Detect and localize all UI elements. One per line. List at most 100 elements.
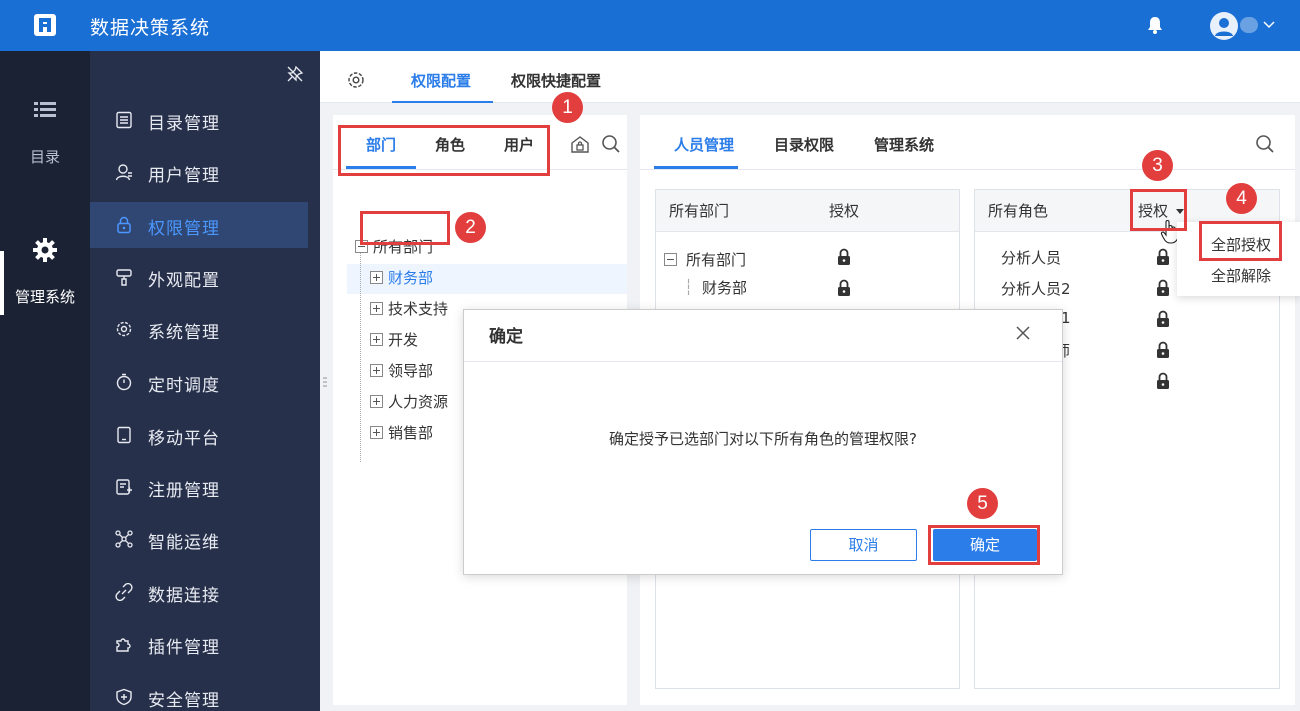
dialog-title: 确定 bbox=[489, 327, 523, 347]
nav-label: 用户管理 bbox=[148, 166, 220, 186]
nav-label: 数据连接 bbox=[148, 586, 220, 606]
dept-row-root[interactable]: 所有部门 bbox=[664, 246, 764, 276]
tree-node-label: 人力资源 bbox=[388, 393, 449, 411]
bell-icon[interactable] bbox=[1145, 15, 1165, 35]
header-name: 所有部门 bbox=[669, 202, 730, 220]
side-nav: 目录管理 用户管理 权限管理 外观配置 系统管理 定时调度 移动平台 注册管理 … bbox=[90, 51, 320, 711]
tab-permission-config[interactable]: 权限配置 bbox=[411, 70, 471, 91]
chevron-down-icon[interactable] bbox=[1262, 18, 1276, 32]
lock-icon[interactable] bbox=[1156, 341, 1170, 359]
nav-label: 注册管理 bbox=[148, 481, 220, 501]
tree-node-label: 开发 bbox=[388, 331, 419, 349]
nav-item-permissions[interactable]: 权限管理 bbox=[90, 202, 308, 248]
tree-guide: ┆ bbox=[684, 278, 694, 296]
puzzle-icon bbox=[116, 638, 131, 652]
step-badge-5: 5 bbox=[967, 488, 998, 519]
nav-label: 外观配置 bbox=[148, 271, 220, 291]
nav-item-system[interactable]: 系统管理 bbox=[90, 306, 308, 352]
header-auth: 授权 bbox=[829, 202, 860, 220]
tree-node-label: 技术支持 bbox=[388, 300, 449, 318]
fr-logo-icon bbox=[34, 14, 56, 36]
top-tab-bar: 权限配置 权限快捷配置 bbox=[320, 51, 1300, 104]
tab-catalog-permission[interactable]: 目录权限 bbox=[774, 134, 834, 155]
step-badge-2: 2 bbox=[455, 212, 486, 243]
search-icon[interactable] bbox=[600, 133, 622, 155]
header-name: 所有角色 bbox=[988, 202, 1049, 220]
tablet-icon bbox=[117, 426, 131, 444]
role-row-label: 分析人员2 bbox=[1001, 280, 1071, 298]
nav-label: 智能运维 bbox=[148, 533, 220, 553]
network-icon bbox=[115, 530, 133, 548]
lock-icon[interactable] bbox=[1156, 372, 1170, 390]
rail-item-directory[interactable]: 目录 bbox=[0, 96, 90, 167]
tab-management-system[interactable]: 管理系统 bbox=[874, 134, 934, 155]
nav-item-plugins[interactable]: 插件管理 bbox=[90, 621, 308, 667]
lock-icon[interactable] bbox=[1156, 310, 1170, 328]
nav-label: 系统管理 bbox=[148, 323, 220, 343]
menu-item-revoke-all[interactable]: 全部解除 bbox=[1211, 265, 1271, 286]
gear-icon bbox=[33, 238, 57, 262]
step-badge-4: 4 bbox=[1226, 183, 1257, 214]
role-row-label: 分析人员 bbox=[1001, 249, 1062, 267]
nav-item-security[interactable]: 安全管理 bbox=[90, 674, 308, 711]
settings-gear-icon[interactable] bbox=[346, 70, 366, 90]
expand-icon[interactable] bbox=[370, 395, 383, 408]
lock-icon[interactable] bbox=[837, 279, 851, 297]
brush-icon bbox=[116, 269, 132, 286]
top-bar: 数据决策系统 bbox=[0, 0, 1300, 51]
highlight-box-confirm bbox=[928, 525, 1040, 565]
unpin-icon[interactable] bbox=[286, 65, 304, 83]
collapse-icon[interactable] bbox=[664, 253, 677, 266]
lock-icon[interactable] bbox=[1156, 279, 1170, 297]
nav-item-appearance[interactable]: 外观配置 bbox=[90, 254, 308, 300]
nav-label: 插件管理 bbox=[148, 638, 220, 658]
search-icon[interactable] bbox=[1254, 133, 1276, 155]
rail-item-management[interactable]: 管理系统 bbox=[0, 236, 90, 307]
highlight-box-grant-all bbox=[1199, 221, 1282, 261]
rail-label-directory: 目录 bbox=[29, 148, 60, 166]
nav-item-data-connection[interactable]: 数据连接 bbox=[90, 569, 308, 615]
nav-item-users[interactable]: 用户管理 bbox=[90, 149, 308, 195]
nav-label: 定时调度 bbox=[148, 376, 220, 396]
app-title: 数据决策系统 bbox=[90, 17, 211, 39]
nav-label: 安全管理 bbox=[148, 691, 220, 711]
lock-icon bbox=[117, 216, 131, 234]
list-doc-icon bbox=[116, 111, 132, 129]
dialog-message: 确定授予已选部门对以下所有角色的管理权限? bbox=[609, 430, 917, 448]
dept-row-label: 财务部 bbox=[702, 279, 748, 297]
nav-label: 目录管理 bbox=[148, 114, 220, 134]
cancel-button[interactable]: 取消 bbox=[810, 529, 917, 561]
tree-node-label: 销售部 bbox=[388, 424, 434, 442]
highlight-box-auth bbox=[1130, 189, 1187, 231]
list-icon bbox=[34, 102, 56, 117]
nav-item-schedule[interactable]: 定时调度 bbox=[90, 359, 308, 405]
step-badge-1: 1 bbox=[552, 92, 583, 123]
nav-item-mobile[interactable]: 移动平台 bbox=[90, 412, 308, 458]
stopwatch-icon bbox=[116, 373, 132, 391]
expand-icon[interactable] bbox=[370, 426, 383, 439]
nav-item-ops[interactable]: 智能运维 bbox=[90, 516, 308, 562]
dialog-divider bbox=[464, 361, 1062, 362]
drag-handle-icon[interactable] bbox=[323, 376, 327, 390]
nav-item-register[interactable]: 注册管理 bbox=[90, 464, 308, 510]
left-rail: 目录 管理系统 bbox=[0, 51, 90, 711]
lock-icon[interactable] bbox=[837, 248, 851, 266]
expand-icon[interactable] bbox=[370, 271, 383, 284]
username-blurred bbox=[1240, 17, 1258, 33]
tab-permission-quick-config[interactable]: 权限快捷配置 bbox=[511, 70, 601, 91]
shield-icon bbox=[116, 688, 132, 706]
tab-personnel[interactable]: 人员管理 bbox=[674, 134, 734, 155]
expand-icon[interactable] bbox=[370, 333, 383, 346]
lock-icon[interactable] bbox=[1156, 248, 1170, 266]
expand-icon[interactable] bbox=[370, 364, 383, 377]
expand-icon[interactable] bbox=[370, 302, 383, 315]
nav-item-catalog[interactable]: 目录管理 bbox=[90, 97, 308, 143]
tree-node-label: 领导部 bbox=[388, 362, 434, 380]
register-icon bbox=[116, 479, 132, 495]
user-avatar-icon bbox=[1215, 18, 1233, 36]
close-icon[interactable] bbox=[1015, 325, 1031, 341]
tree-node-label: 财务部 bbox=[388, 269, 434, 287]
highlight-box-finance bbox=[360, 211, 450, 245]
avatar[interactable] bbox=[1210, 12, 1238, 40]
batch-authorize-icon[interactable] bbox=[569, 133, 591, 155]
